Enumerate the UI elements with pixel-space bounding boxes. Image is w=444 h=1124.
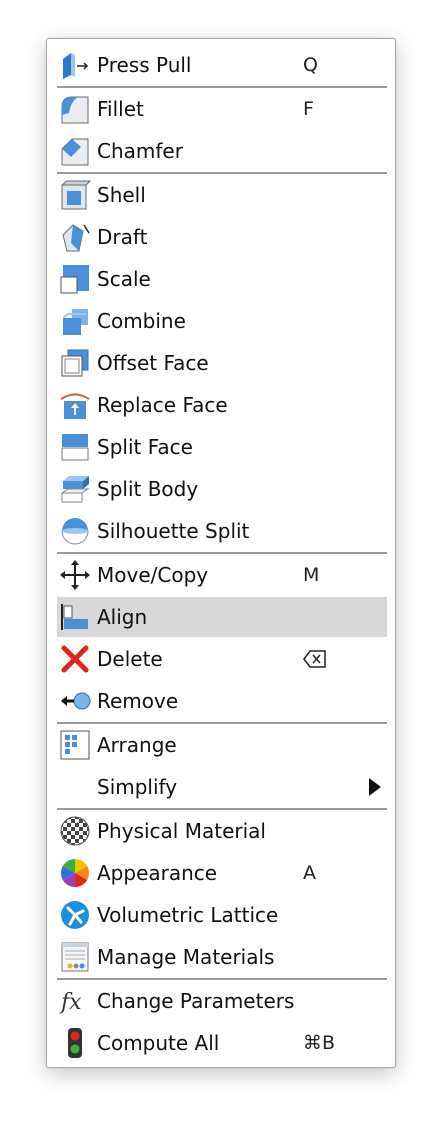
- move-copy-icon: [59, 559, 91, 591]
- change-parameters-icon: fx: [59, 985, 91, 1017]
- volumetric-lattice-icon: [59, 899, 91, 931]
- split-face-icon: [59, 431, 91, 463]
- menu-item-label: Delete: [97, 647, 163, 671]
- menu-item-label: Draft: [97, 225, 148, 249]
- menu-item-label: Physical Material: [97, 819, 266, 843]
- delete-key-icon: [303, 649, 327, 674]
- shortcut-label: A: [303, 862, 316, 884]
- menu-item-label: Offset Face: [97, 351, 209, 375]
- menu-separator: [57, 552, 387, 554]
- shell-icon: [59, 179, 91, 211]
- arrange-icon: [59, 729, 91, 761]
- fillet-icon: [59, 93, 91, 125]
- menu-item-scale[interactable]: Scale: [57, 259, 387, 299]
- shortcut-label: Q: [303, 54, 318, 76]
- menu-item-label: Chamfer: [97, 139, 183, 163]
- menu-item-move-copy[interactable]: Move/Copy M: [57, 555, 387, 595]
- menu-item-label: Silhouette Split: [97, 519, 250, 543]
- menu-item-arrange[interactable]: Arrange: [57, 725, 387, 765]
- menu-item-align[interactable]: Align: [57, 597, 387, 637]
- align-icon: [59, 601, 91, 633]
- menu-item-label: Manage Materials: [97, 945, 275, 969]
- replace-face-icon: [59, 389, 91, 421]
- menu-item-delete[interactable]: Delete: [57, 639, 387, 679]
- menu-separator: [57, 978, 387, 980]
- menu-item-label: Split Body: [97, 477, 199, 501]
- menu-item-label: Compute All: [97, 1031, 220, 1055]
- appearance-icon: [59, 857, 91, 889]
- menu-item-label: Appearance: [97, 861, 218, 885]
- chamfer-icon: [59, 135, 91, 167]
- menu-item-label: Simplify: [97, 775, 178, 799]
- menu-item-fillet[interactable]: Fillet F: [57, 89, 387, 129]
- menu-separator: [57, 722, 387, 724]
- menu-item-label: Move/Copy: [97, 563, 209, 587]
- menu-item-physical-material[interactable]: Physical Material: [57, 811, 387, 851]
- menu-item-label: Shell: [97, 183, 146, 207]
- menu-item-label: Scale: [97, 267, 151, 291]
- manage-materials-icon: [59, 941, 91, 973]
- menu-item-combine[interactable]: Combine: [57, 301, 387, 341]
- menu-item-replace-face[interactable]: Replace Face: [57, 385, 387, 425]
- delete-icon: [59, 643, 91, 675]
- shortcut-label: M: [303, 564, 320, 586]
- menu-separator: [57, 808, 387, 810]
- combine-icon: [59, 305, 91, 337]
- menu-item-press-pull[interactable]: Press Pull Q: [57, 45, 387, 85]
- menu-item-label: Volumetric Lattice: [97, 903, 279, 927]
- menu-item-shell[interactable]: Shell: [57, 175, 387, 215]
- menu-item-label: Align: [97, 605, 148, 629]
- menu-item-split-face[interactable]: Split Face: [57, 427, 387, 467]
- menu-item-offset-face[interactable]: Offset Face: [57, 343, 387, 383]
- menu-item-remove[interactable]: Remove: [57, 681, 387, 721]
- menu-item-simplify[interactable]: Simplify: [57, 767, 387, 807]
- menu-item-label: Fillet: [97, 97, 144, 121]
- physical-material-icon: [59, 815, 91, 847]
- menu-item-manage-materials[interactable]: Manage Materials: [57, 937, 387, 977]
- menu-item-draft[interactable]: Draft: [57, 217, 387, 257]
- svg-text:fx: fx: [59, 990, 82, 1015]
- split-body-icon: [59, 473, 91, 505]
- context-menu: Press Pull Q Fillet F Chamfer Shell Draf…: [46, 38, 396, 1068]
- menu-item-split-body[interactable]: Split Body: [57, 469, 387, 509]
- menu-separator: [57, 172, 387, 174]
- menu-item-label: Change Parameters: [97, 989, 295, 1013]
- menu-item-label: Replace Face: [97, 393, 228, 417]
- menu-item-label: Combine: [97, 309, 186, 333]
- menu-item-label: Remove: [97, 689, 179, 713]
- draft-icon: [59, 221, 91, 253]
- submenu-arrow-icon: [369, 778, 381, 796]
- remove-icon: [59, 685, 91, 717]
- menu-item-appearance[interactable]: Appearance A: [57, 853, 387, 893]
- menu-separator: [57, 86, 387, 88]
- menu-item-compute-all[interactable]: Compute All ⌘B: [57, 1023, 387, 1063]
- compute-all-icon: [59, 1027, 91, 1059]
- scale-icon: [59, 263, 91, 295]
- shortcut-label: ⌘B: [303, 1032, 336, 1054]
- offset-face-icon: [59, 347, 91, 379]
- menu-item-label: Split Face: [97, 435, 193, 459]
- menu-item-chamfer[interactable]: Chamfer: [57, 131, 387, 171]
- menu-item-change-parameters[interactable]: fx Change Parameters: [57, 981, 387, 1021]
- menu-item-label: Press Pull: [97, 53, 192, 77]
- menu-item-label: Arrange: [97, 733, 177, 757]
- press-pull-icon: [59, 49, 91, 81]
- silhouette-split-icon: [59, 515, 91, 547]
- menu-item-silhouette-split[interactable]: Silhouette Split: [57, 511, 387, 551]
- shortcut-label: F: [303, 98, 314, 120]
- menu-item-volumetric-lattice[interactable]: Volumetric Lattice: [57, 895, 387, 935]
